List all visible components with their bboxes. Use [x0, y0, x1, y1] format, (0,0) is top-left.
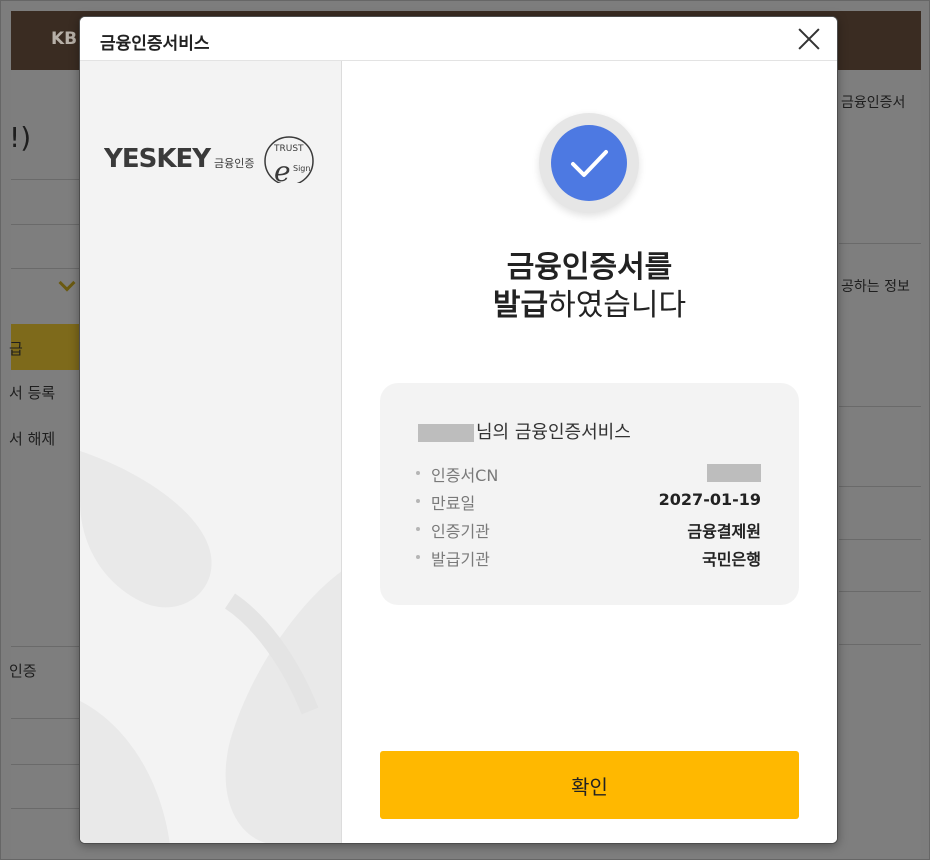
background-right-label: 공하는 정보	[841, 279, 910, 295]
detail-row-issuer: 발급기관 국민은행	[416, 544, 761, 572]
background-divider	[11, 268, 81, 269]
background-menu-auth: 인증	[9, 662, 37, 680]
certificate-dialog: 금융인증서비스 YESKEY 금융인증 TRUST e Sign 금융인증서를	[79, 16, 838, 844]
bullet-icon	[416, 499, 420, 503]
esign-e: e	[274, 155, 291, 183]
detail-label: 발급기관	[431, 550, 490, 569]
detail-value: 국민은행	[702, 550, 761, 569]
background-divider	[11, 179, 81, 180]
yeskey-subtitle: 금융인증	[214, 157, 254, 170]
background-divider	[839, 644, 921, 645]
yeskey-wordmark: YESKEY	[104, 144, 212, 174]
bullet-icon	[416, 555, 420, 559]
confirm-button[interactable]: 확인	[380, 751, 799, 819]
bullet-icon	[416, 527, 420, 531]
background-menu-issue: 급	[9, 340, 23, 358]
detail-label: 만료일	[431, 494, 476, 513]
background-title: !)	[9, 121, 32, 154]
headline-line-1: 금융인증서를	[506, 250, 673, 285]
detail-label: 인증서CN	[431, 466, 499, 485]
background-divider	[11, 224, 81, 225]
background-divider	[11, 646, 81, 647]
result-panel: 금융인증서를 발급하였습니다 님의 금융인증서비스 인증서CN 만료일 2027…	[342, 61, 837, 843]
background-divider	[839, 406, 921, 407]
detail-row-expiry: 만료일 2027-01-19	[416, 488, 761, 516]
detail-row-authority: 인증기관 금융결제원	[416, 516, 761, 544]
masked-owner-name	[418, 424, 474, 442]
bullet-icon	[416, 471, 420, 475]
background-menu-register: 서 등록	[9, 384, 56, 402]
owner-row: 님의 금융인증서비스	[418, 418, 631, 444]
dialog-title: 금융인증서비스	[100, 34, 210, 54]
background-divider	[839, 486, 921, 487]
yeskey-logo: YESKEY 금융인증 TRUST e Sign	[104, 136, 314, 183]
detail-value: 2027-01-19	[658, 490, 761, 509]
background-divider	[11, 808, 81, 809]
detail-value: 금융결제원	[687, 522, 761, 541]
background-divider	[839, 591, 921, 592]
detail-row-cn: 인증서CN	[416, 460, 761, 488]
background-brand: KB	[51, 29, 78, 49]
detail-label: 인증기관	[431, 522, 490, 541]
background-divider	[839, 539, 921, 540]
decorative-leaf-graphic	[80, 451, 341, 843]
dialog-header: 금융인증서비스	[80, 17, 837, 61]
certificate-details: 인증서CN 만료일 2027-01-19 인증기관 금융결제원 발급기관 국민은…	[416, 460, 761, 572]
background-menu-unregister: 서 해제	[9, 430, 56, 448]
headline-bold-word: 발급	[492, 288, 549, 323]
esign-text: Sign	[293, 164, 310, 173]
check-icon	[571, 150, 608, 177]
background-divider	[11, 718, 81, 719]
success-badge	[539, 113, 639, 213]
background-right-label: 금융인증서	[841, 95, 906, 111]
headline-rest: 하였습니다	[548, 288, 687, 323]
trust-text: TRUST	[273, 144, 304, 154]
background-divider	[11, 764, 81, 765]
certificate-info-card: 님의 금융인증서비스 인증서CN 만료일 2027-01-19 인증기관 금융결…	[380, 383, 799, 605]
brand-panel: YESKEY 금융인증 TRUST e Sign	[80, 61, 342, 843]
background-divider	[839, 243, 921, 244]
owner-suffix: 님의 금융인증서비스	[476, 422, 631, 443]
headline-line-2: 발급하였습니다	[342, 287, 837, 325]
result-headline: 금융인증서를 발급하였습니다	[342, 249, 837, 325]
masked-cn-value	[707, 464, 761, 482]
close-button[interactable]	[795, 25, 823, 53]
